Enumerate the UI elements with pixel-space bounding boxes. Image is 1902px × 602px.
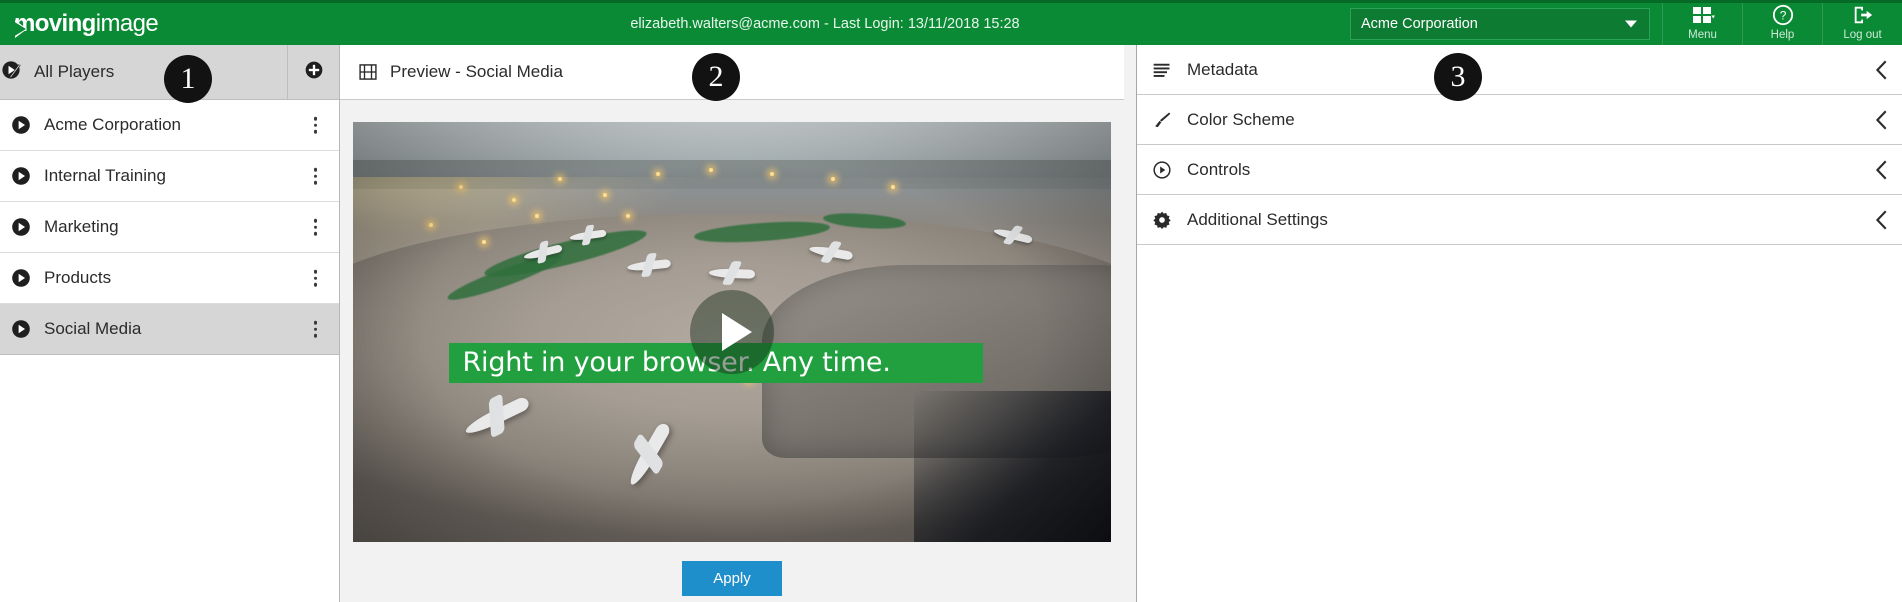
plus-circle-icon (304, 60, 324, 85)
settings-item-label: Controls (1187, 159, 1251, 179)
app-header: movingimage elizabeth.walters@acme.com -… (0, 0, 1902, 45)
question-circle-icon: ? (1772, 4, 1794, 26)
sidebar-item-label: Products (44, 268, 112, 287)
gear-icon (1141, 210, 1183, 230)
chevron-left-icon[interactable] (1874, 160, 1888, 180)
callout-badge-1: 1 (164, 55, 212, 103)
chevron-left-icon[interactable] (1874, 110, 1888, 130)
grid-menu-icon (1691, 4, 1715, 26)
menu-button[interactable]: Menu (1662, 3, 1742, 45)
help-button[interactable]: ? Help (1742, 3, 1822, 45)
preview-body: Right in your browser. Any time. Apply (340, 100, 1124, 602)
sidebar-all-players-label: All Players (34, 62, 115, 81)
menu-button-label: Menu (1688, 29, 1717, 41)
chevron-left-icon[interactable] (1874, 210, 1888, 230)
settings-item-additional-settings[interactable]: Additional Settings (1137, 195, 1902, 245)
sidebar-item-social-media[interactable]: Social Media (0, 304, 339, 355)
players-sidebar: All Players Acme Corporation Internal Tra… (0, 45, 340, 602)
main-content: All Players Acme Corporation Internal Tra… (0, 45, 1902, 602)
settings-item-label: Metadata (1187, 59, 1258, 79)
settings-panel: Metadata Color Scheme Controls Additional S… (1136, 45, 1902, 602)
organization-select[interactable]: Acme Corporation (1350, 8, 1650, 40)
sidebar-item-label: Internal Training (44, 166, 166, 185)
sidebar-item-acme-corporation[interactable]: Acme Corporation (0, 100, 339, 151)
film-strip-icon (358, 62, 378, 82)
callout-badge-3: 3 (1434, 53, 1482, 101)
preview-title: Preview - Social Media (390, 62, 563, 81)
brand-logo[interactable]: movingimage (0, 3, 300, 45)
play-check-icon (0, 59, 22, 86)
help-button-label: Help (1770, 29, 1795, 41)
sidebar-item-internal-training[interactable]: Internal Training (0, 151, 339, 202)
sidebar-item-marketing[interactable]: Marketing (0, 202, 339, 253)
apply-button-row: Apply (353, 542, 1111, 596)
logout-button[interactable]: Log out (1822, 3, 1902, 45)
logout-icon (1852, 4, 1874, 26)
row-menu-icon[interactable] (313, 320, 317, 338)
sidebar-item-label: Marketing (44, 217, 119, 236)
play-circle-icon (4, 318, 38, 340)
add-player-button[interactable] (287, 45, 339, 99)
play-circle-icon (4, 114, 38, 136)
player-caption-text: Right in your browser. Any time. (462, 347, 891, 378)
logo-play-cutout-icon (13, 21, 26, 37)
sidebar-item-label: Social Media (44, 319, 142, 338)
brand-thin-text: image (95, 10, 159, 37)
session-info: elizabeth.walters@acme.com - Last Login:… (630, 16, 1020, 32)
video-player[interactable]: Right in your browser. Any time. (353, 122, 1111, 542)
play-circle-icon (4, 267, 38, 289)
brand-wordmark: movingimage (13, 10, 159, 38)
play-circle-outline-icon (1141, 160, 1183, 180)
row-menu-icon[interactable] (313, 269, 317, 287)
sidebar-item-label: Acme Corporation (44, 115, 182, 134)
list-lines-icon (1141, 60, 1183, 80)
settings-accordion-list: Metadata Color Scheme Controls Additional S… (1137, 45, 1902, 245)
settings-item-controls[interactable]: Controls (1137, 145, 1902, 195)
play-triangle-icon (721, 313, 752, 351)
organization-select-value: Acme Corporation (1361, 16, 1478, 32)
play-circle-icon (4, 216, 38, 238)
settings-item-label: Additional Settings (1187, 209, 1328, 229)
settings-item-label: Color Scheme (1187, 109, 1295, 129)
play-circle-icon (4, 165, 38, 187)
chevron-down-icon (1625, 20, 1637, 28)
player-play-button[interactable] (690, 290, 774, 374)
chevron-left-icon[interactable] (1874, 60, 1888, 80)
callout-badge-2: 2 (692, 53, 740, 101)
row-menu-icon[interactable] (313, 116, 317, 134)
apply-button[interactable]: Apply (682, 561, 782, 596)
row-menu-icon[interactable] (313, 167, 317, 185)
row-menu-icon[interactable] (313, 218, 317, 236)
preview-panel: Preview - Social Media Right in your bro… (340, 45, 1136, 602)
svg-text:?: ? (1779, 9, 1786, 23)
settings-item-color-scheme[interactable]: Color Scheme (1137, 95, 1902, 145)
settings-item-metadata[interactable]: Metadata (1137, 45, 1902, 95)
logout-button-label: Log out (1843, 29, 1882, 41)
paintbrush-icon (1141, 110, 1183, 130)
sidebar-player-list: Acme Corporation Internal Training Marketi… (0, 100, 339, 355)
header-actions: Menu ? Help Log out (1662, 3, 1902, 45)
sidebar-item-products[interactable]: Products (0, 253, 339, 304)
